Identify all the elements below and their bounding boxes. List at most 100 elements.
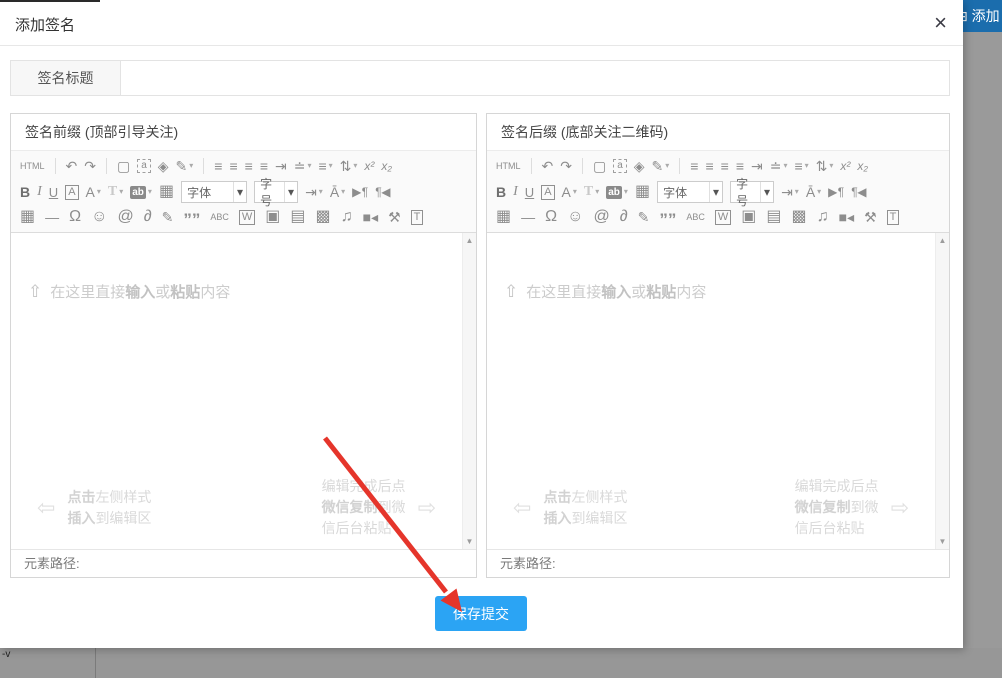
insert-table-icon[interactable]: ▦ (20, 209, 35, 225)
paragraph-space-icon[interactable]: ≐▾ (770, 159, 788, 173)
editor-content-area[interactable]: ⇧ 在这里直接输入或粘贴内容 ⇦ 点击左侧样式插入到编辑区 编辑完成后点微信复制… (11, 233, 476, 549)
row-spacing-icon[interactable]: ⇅▾ (816, 159, 834, 173)
undo-icon[interactable]: ↶ (542, 159, 554, 173)
undo-icon[interactable]: ↶ (66, 159, 78, 173)
font-color-icon[interactable]: A▾ (562, 185, 577, 199)
scrawl-icon[interactable]: ✎ (638, 210, 650, 224)
superscript-icon[interactable]: x² (840, 160, 850, 172)
line-spacing-icon[interactable]: ≡▾ (318, 159, 332, 173)
line-spacing-icon[interactable]: ≡▾ (794, 159, 808, 173)
editor-scrollbar[interactable]: ▲ ▼ (462, 233, 476, 549)
italic-icon[interactable]: I (37, 185, 42, 199)
signature-title-input[interactable] (121, 61, 949, 95)
horizontal-rule-icon[interactable]: — (45, 210, 59, 224)
special-character-icon[interactable]: Ω (69, 209, 81, 225)
auto-typeset-icon[interactable]: a (137, 159, 151, 173)
underline-icon[interactable]: U (525, 186, 534, 199)
align-left-icon[interactable]: ≡ (690, 159, 698, 173)
letter-spacing-icon[interactable]: Ā▾ (330, 185, 345, 199)
music-icon[interactable]: ♫ (341, 209, 353, 225)
source-code-icon[interactable]: HTML (20, 162, 45, 171)
add-button-fragment[interactable]: ⊞ 添加 (963, 6, 1000, 26)
scroll-up-icon[interactable]: ▲ (936, 236, 949, 245)
redo-icon[interactable]: ↷ (560, 159, 572, 173)
special-character-icon[interactable]: Ω (545, 209, 557, 225)
scroll-down-icon[interactable]: ▼ (463, 537, 476, 546)
align-center-icon[interactable]: ≡ (705, 159, 713, 173)
eraser-icon[interactable]: ◈ (634, 159, 645, 173)
subscript-icon[interactable]: x₂ (381, 160, 392, 172)
bold-icon[interactable]: B (20, 185, 30, 199)
underline-icon[interactable]: U (49, 186, 58, 199)
screenshot-icon[interactable]: ▩ (315, 209, 330, 225)
clear-doc-icon[interactable]: ⚒ (388, 210, 401, 224)
auto-typeset-icon[interactable]: a (613, 159, 627, 173)
subscript-icon[interactable]: x₂ (857, 160, 868, 172)
spellcheck-icon[interactable]: ABC (686, 213, 705, 222)
template-icon[interactable]: T (887, 210, 900, 225)
picture-frame-icon[interactable]: ▦ (635, 184, 650, 200)
align-right-icon[interactable]: ≡ (721, 159, 729, 173)
indent-icon[interactable]: ⇥ (751, 159, 763, 173)
scroll-up-icon[interactable]: ▲ (463, 236, 476, 245)
rtl-paragraph-icon[interactable]: ¶◀ (375, 186, 391, 198)
align-left-icon[interactable]: ≡ (214, 159, 222, 173)
format-brush-icon[interactable]: ✎▾ (652, 159, 670, 173)
font-size-select[interactable]: 字号▾ (254, 181, 298, 203)
font-size-select[interactable]: 字号▾ (730, 181, 774, 203)
highlight-icon[interactable]: ab▾ (130, 186, 152, 199)
eraser-icon[interactable]: ◈ (158, 159, 169, 173)
letter-spacing-icon[interactable]: Ā▾ (806, 185, 821, 199)
music-icon[interactable]: ♫ (817, 209, 829, 225)
insert-image-icon[interactable]: ▣ (741, 209, 756, 225)
first-line-indent-icon[interactable]: ⇥▾ (305, 185, 323, 199)
first-line-indent-icon[interactable]: ⇥▾ (781, 185, 799, 199)
insert-table-icon[interactable]: ▦ (496, 209, 511, 225)
search-map-icon[interactable]: @ (593, 209, 609, 225)
rtl-paragraph-icon[interactable]: ¶◀ (851, 186, 867, 198)
format-brush-icon[interactable]: ✎▾ (176, 159, 194, 173)
editor-content-area[interactable]: ⇧ 在这里直接输入或粘贴内容 ⇦ 点击左侧样式插入到编辑区 编辑完成后点微信复制… (487, 233, 949, 549)
source-code-icon[interactable]: HTML (496, 162, 521, 171)
superscript-icon[interactable]: x² (364, 160, 374, 172)
video-icon[interactable]: ■◂ (839, 210, 854, 224)
align-center-icon[interactable]: ≡ (229, 159, 237, 173)
ltr-paragraph-icon[interactable]: ▶¶ (352, 186, 368, 198)
text-color-icon[interactable]: T▾ (584, 185, 599, 199)
row-spacing-icon[interactable]: ⇅▾ (340, 159, 358, 173)
scroll-down-icon[interactable]: ▼ (936, 537, 949, 546)
italic-icon[interactable]: I (513, 185, 518, 199)
align-justify-icon[interactable]: ≡ (736, 159, 744, 173)
video-icon[interactable]: ■◂ (363, 210, 378, 224)
paragraph-space-icon[interactable]: ≐▾ (294, 159, 312, 173)
align-right-icon[interactable]: ≡ (245, 159, 253, 173)
multi-image-icon[interactable]: ▤ (766, 209, 781, 225)
clear-doc-icon[interactable]: ⚒ (864, 210, 877, 224)
paste-word-image-icon[interactable]: W (715, 210, 731, 225)
font-family-select[interactable]: 字体▾ (181, 181, 247, 203)
emotion-icon[interactable]: ☺ (91, 209, 107, 225)
indent-icon[interactable]: ⇥ (275, 159, 287, 173)
blockquote-icon[interactable]: ”” (659, 209, 676, 225)
bold-icon[interactable]: B (496, 185, 506, 199)
font-family-select[interactable]: 字体▾ (657, 181, 723, 203)
blockquote-icon[interactable]: ”” (183, 209, 200, 225)
highlight-icon[interactable]: ab▾ (606, 186, 628, 199)
multi-image-icon[interactable]: ▤ (290, 209, 305, 225)
save-submit-button[interactable]: 保存提交 (435, 596, 527, 631)
template-icon[interactable]: T (411, 210, 424, 225)
screenshot-icon[interactable]: ▩ (791, 209, 806, 225)
text-color-icon[interactable]: T▾ (108, 185, 123, 199)
picture-frame-icon[interactable]: ▦ (159, 184, 174, 200)
insert-image-icon[interactable]: ▣ (265, 209, 280, 225)
link-icon[interactable]: ∂ (620, 209, 628, 225)
editor-scrollbar[interactable]: ▲ ▼ (935, 233, 949, 549)
horizontal-rule-icon[interactable]: — (521, 210, 535, 224)
font-border-icon[interactable]: A (541, 185, 554, 200)
new-document-icon[interactable]: ▢ (593, 159, 606, 173)
font-color-icon[interactable]: A▾ (86, 185, 101, 199)
close-icon[interactable]: × (934, 9, 947, 37)
search-map-icon[interactable]: @ (117, 209, 133, 225)
redo-icon[interactable]: ↷ (84, 159, 96, 173)
paste-word-image-icon[interactable]: W (239, 210, 255, 225)
